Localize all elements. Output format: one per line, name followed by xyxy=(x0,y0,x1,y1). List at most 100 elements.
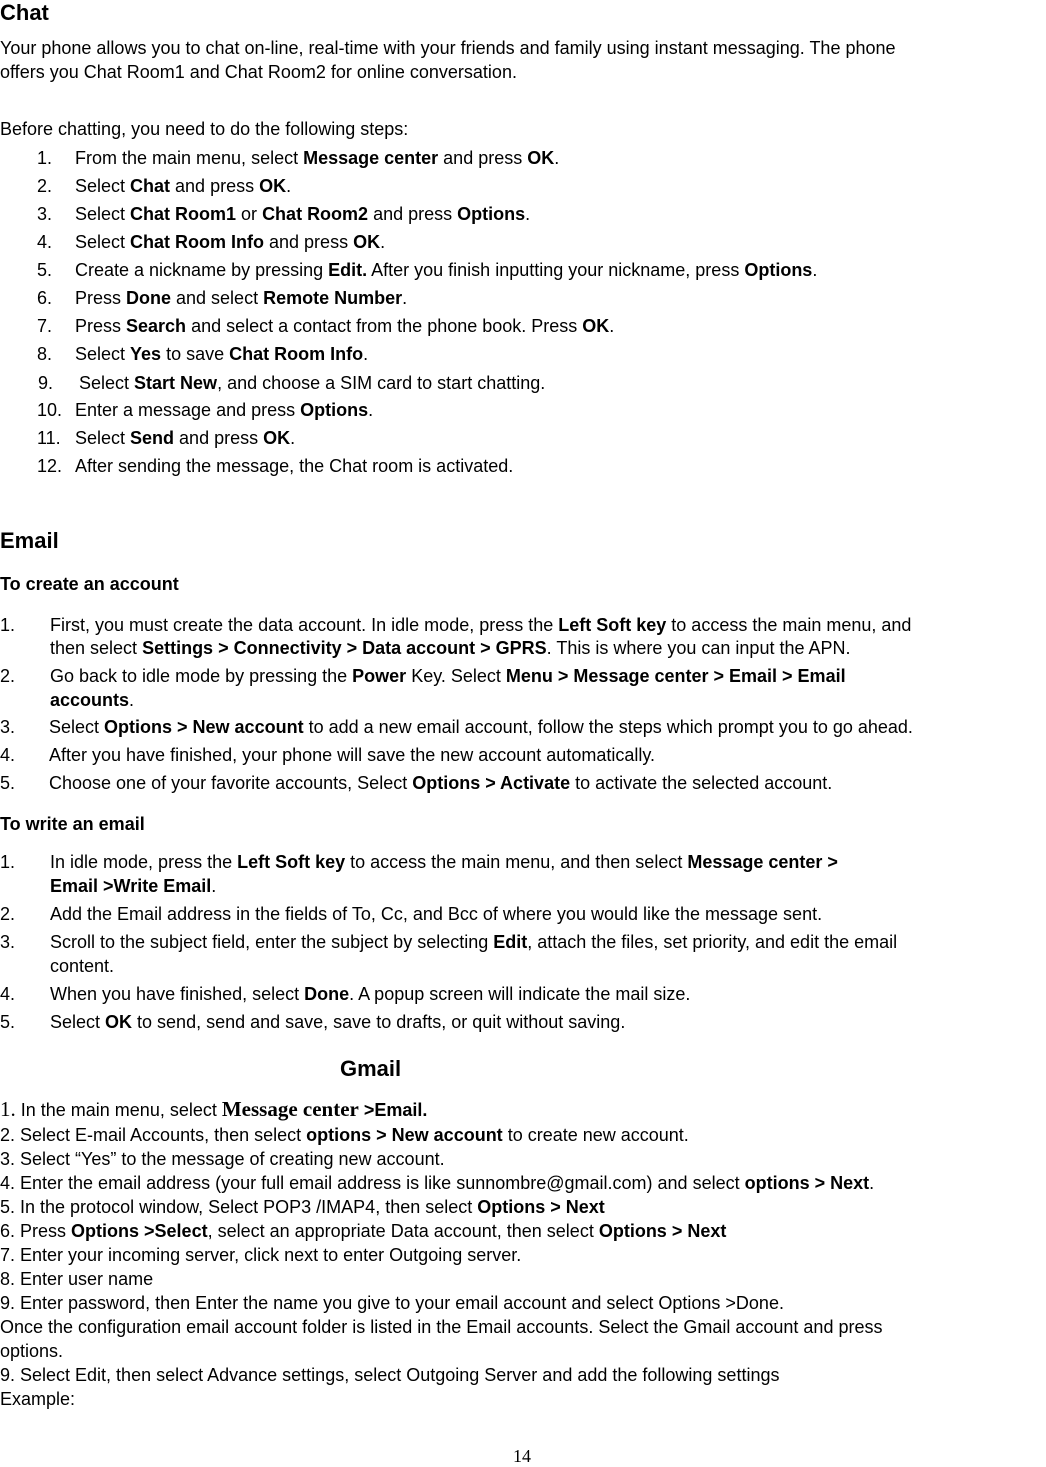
text-run: . xyxy=(609,316,615,336)
text-run: 2. Select E-mail Accounts, then select xyxy=(0,1125,307,1145)
bold-term: Chat xyxy=(130,176,171,196)
bold-term: Yes xyxy=(130,344,162,364)
bold-term: OK xyxy=(105,1012,133,1032)
text-run: then select xyxy=(50,638,143,658)
step-number: 2. xyxy=(37,176,53,196)
text-run: Create a nickname by pressing xyxy=(75,260,329,280)
step-number: 10. xyxy=(37,400,63,420)
chat-step-text: Select Yes to save Chat Room Info. xyxy=(75,344,368,365)
text-run: . xyxy=(554,148,560,168)
step-text-line: content. xyxy=(50,956,114,977)
chat-step-text: Press Done and select Remote Number. xyxy=(75,288,407,309)
step-number: 3. xyxy=(37,204,53,224)
chat-intro-line-1: Your phone allows you to chat on-line, r… xyxy=(0,38,896,58)
text-run: to create new account. xyxy=(502,1125,689,1145)
gmail-heading: Gmail xyxy=(340,1056,402,1081)
bold-term: Settings > Connectivity > Data account >… xyxy=(142,638,547,658)
text-run: Press xyxy=(75,316,127,336)
step-text-line: then select Settings > Connectivity > Da… xyxy=(50,638,851,659)
text-run: . xyxy=(402,288,408,308)
gmail-line: 1. In the main menu, select Message cent… xyxy=(0,1097,427,1121)
step-text-line: Select Options > New account to add a ne… xyxy=(49,717,913,738)
step-number: 4. xyxy=(0,984,16,1004)
step-number: 3. xyxy=(0,717,16,737)
step-number: 5. xyxy=(37,260,53,280)
text-run: . xyxy=(812,260,818,280)
text-run: Go back to idle mode by pressing the xyxy=(50,666,353,686)
step-number: 12. xyxy=(37,456,63,476)
bold-term: Left Soft key xyxy=(558,615,667,635)
bold-term: OK xyxy=(353,232,381,252)
text-run: Enter a message and press xyxy=(75,400,301,420)
bold-term: OK xyxy=(263,428,291,448)
text-run: 3. Select “Yes” to the message of creati… xyxy=(0,1149,445,1169)
chat-step-text: Select Start New, and choose a SIM card … xyxy=(79,373,545,394)
step-text-line: Select OK to send, send and save, save t… xyxy=(50,1012,625,1033)
step-text-line: After you have finished, your phone will… xyxy=(49,745,655,766)
bold-term: Options > Activate xyxy=(412,773,571,793)
text-run: to send, send and save, save to drafts, … xyxy=(132,1012,626,1032)
gmail-line: 2. Select E-mail Accounts, then select o… xyxy=(0,1125,689,1146)
text-run: 5. In the protocol window, Select POP3 /… xyxy=(0,1197,478,1217)
text-run: First, you must create the data account.… xyxy=(50,615,559,635)
text-run: . xyxy=(380,232,386,252)
text-run: to activate the selected account. xyxy=(570,773,833,793)
text-run: . This is where you can input the APN. xyxy=(546,638,851,658)
text-run: After you finish inputting your nickname… xyxy=(367,260,745,280)
step-number: 2. xyxy=(0,666,16,686)
text-run: Select xyxy=(75,176,131,196)
step-text-line: Scroll to the subject field, enter the s… xyxy=(50,932,897,953)
step-text-line: Email >Write Email. xyxy=(50,876,216,897)
text-run: Choose one of your favorite accounts, Se… xyxy=(49,773,413,793)
text-run: and press xyxy=(264,232,354,252)
gmail-line: 4. Enter the email address (your full em… xyxy=(0,1173,874,1194)
chat-intro-line-2: offers you Chat Room1 and Chat Room2 for… xyxy=(0,62,517,82)
chat-step-text: Select Chat and press OK. xyxy=(75,176,291,197)
text-run: When you have finished, select xyxy=(50,984,305,1004)
text-run: . xyxy=(211,876,217,896)
bold-term: options > New account xyxy=(306,1125,503,1145)
step-text-line: Choose one of your favorite accounts, Se… xyxy=(49,773,832,794)
step-number: 6. xyxy=(37,288,53,308)
text-run: 6. Press xyxy=(0,1221,72,1241)
gmail-line: 5. In the protocol window, Select POP3 /… xyxy=(0,1197,605,1218)
gmail-line: Once the configuration email account fol… xyxy=(0,1317,882,1338)
bold-term: Options > Next xyxy=(598,1221,727,1241)
step-number: 7. xyxy=(37,316,53,336)
bold-term: Email >Write Email xyxy=(50,876,212,896)
text-run: and press xyxy=(170,176,260,196)
text-run: Select xyxy=(75,232,131,252)
email-heading: Email xyxy=(0,528,59,553)
text-run: Key. Select xyxy=(406,666,506,686)
bold-term: Chat Room1 xyxy=(130,204,237,224)
bold-term: Start New xyxy=(134,373,218,393)
step-text-line: When you have finished, select Done. A p… xyxy=(50,984,690,1005)
gmail-line: 9. Select Edit, then select Advance sett… xyxy=(0,1365,779,1386)
text-run: 9. Select Edit, then select Advance sett… xyxy=(0,1365,780,1385)
text-run: and press xyxy=(174,428,264,448)
bold-term: Message center > xyxy=(687,852,838,872)
text-run: or xyxy=(236,204,263,224)
text-run: 9. Enter password, then Enter the name y… xyxy=(0,1293,784,1313)
text-run: , select an appropriate Data account, th… xyxy=(207,1221,599,1241)
bold-term: Options >Select xyxy=(71,1221,208,1241)
text-run: 4. Enter the email address (your full em… xyxy=(0,1173,745,1193)
chat-step-text: Select Chat Room1 or Chat Room2 and pres… xyxy=(75,204,530,225)
gmail-line: 9. Enter password, then Enter the name y… xyxy=(0,1293,784,1314)
text-run: to access the main menu, and then select xyxy=(345,852,688,872)
text-run: Scroll to the subject field, enter the s… xyxy=(50,932,494,952)
text-run: options. xyxy=(0,1341,64,1361)
gmail-line: 6. Press Options >Select, select an appr… xyxy=(0,1221,726,1242)
bold-term: Menu > Message center > Email > Email xyxy=(505,666,846,686)
text-run: Message center xyxy=(221,1097,359,1121)
bold-term: Edit xyxy=(493,932,528,952)
gmail-line: options. xyxy=(0,1341,63,1362)
text-run: . xyxy=(869,1173,875,1193)
bold-term: Options > New account xyxy=(104,717,304,737)
step-text-line: accounts. xyxy=(50,690,134,711)
step-text-line: Add the Email address in the fields of T… xyxy=(50,904,822,925)
bold-term: Done xyxy=(126,288,172,308)
bold-term: Message center xyxy=(303,148,439,168)
bold-term: OK xyxy=(582,316,610,336)
step-number: 2. xyxy=(0,904,16,924)
